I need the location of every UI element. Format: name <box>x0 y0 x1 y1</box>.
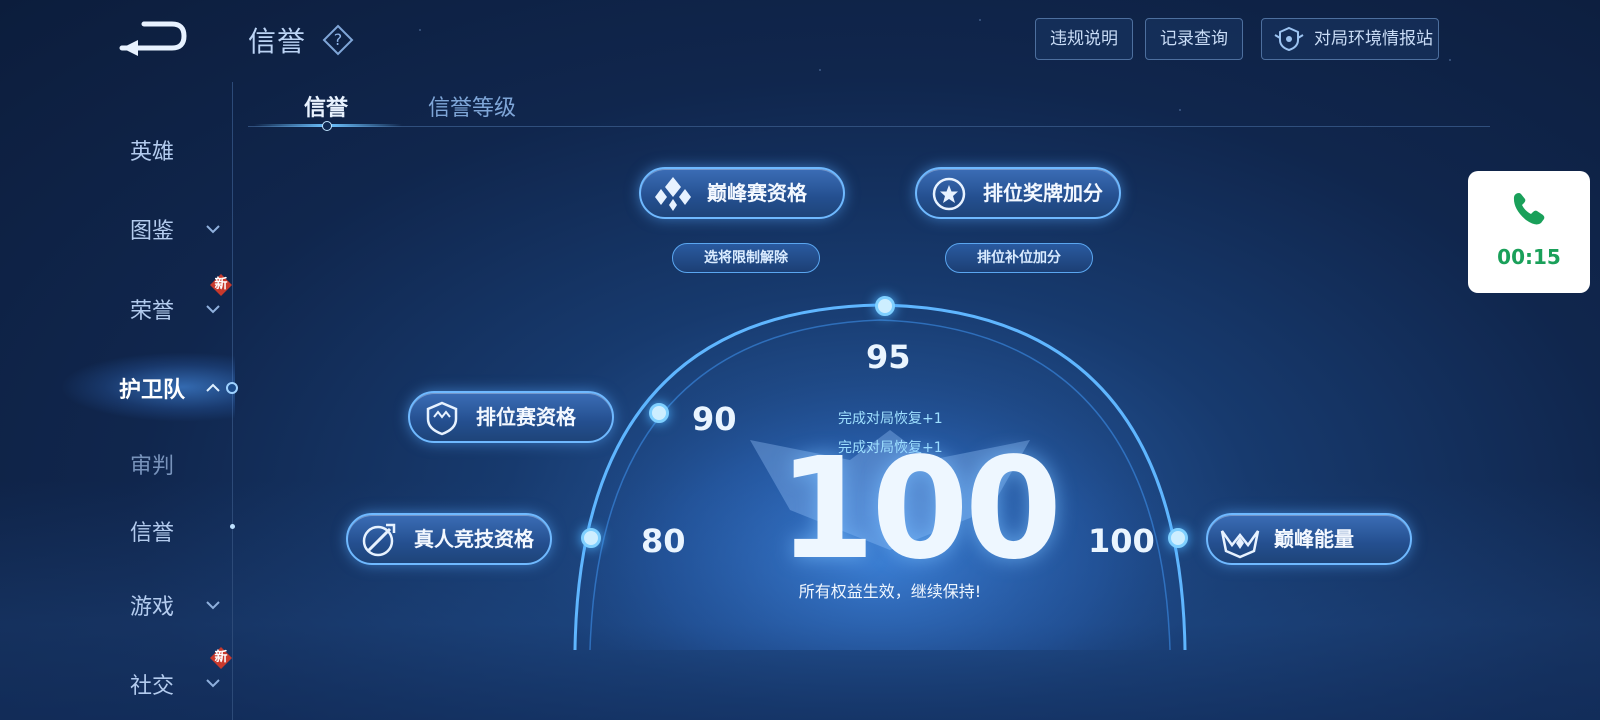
tab-credit-level[interactable]: 信誉等级 <box>428 90 516 122</box>
tab-active-dot <box>322 121 332 131</box>
sidebar-item-judgement[interactable]: 审判 <box>100 448 204 480</box>
match-environment-station-button[interactable]: 对局环境情报站 <box>1261 18 1439 60</box>
back-arrow-icon <box>119 21 187 56</box>
chevron-down-icon[interactable] <box>206 304 220 314</box>
chevron-down-icon[interactable] <box>206 678 220 688</box>
sidebar-item-credit[interactable]: 信誉 <box>100 515 204 547</box>
page-title: 信誉 <box>248 25 307 58</box>
peak-crystal-icon <box>655 177 691 211</box>
station-label: 对局环境情报站 <box>1314 29 1433 49</box>
threshold-node-80 <box>581 528 601 548</box>
new-badge: 新 <box>209 273 233 297</box>
chevron-down-icon[interactable] <box>206 600 220 610</box>
call-duration: 00:15 <box>1497 245 1561 269</box>
sidebar-item-honor[interactable]: 荣誉 <box>100 293 204 325</box>
energy-wings-icon <box>1220 530 1260 559</box>
real-player-qualification-button[interactable]: 真人竞技资格 <box>346 513 552 565</box>
shield-crown-icon <box>426 401 458 436</box>
threshold-node-95 <box>875 296 895 316</box>
sword-shield-icon <box>362 523 396 557</box>
sidebar-item-codex[interactable]: 图鉴 <box>100 213 204 245</box>
shield-wings-icon <box>1274 26 1304 52</box>
feature-label: 巅峰赛资格 <box>707 181 807 205</box>
threshold-node-90 <box>649 403 669 423</box>
threshold-node-100 <box>1168 528 1188 548</box>
credit-status-text: 所有权益生效，继续保持! <box>798 582 982 601</box>
current-credit-score: 100 <box>777 428 1062 591</box>
sidebar-selected-dot <box>230 524 235 529</box>
chevron-up-icon[interactable] <box>206 383 220 393</box>
ranked-qualification-button[interactable]: 排位赛资格 <box>408 391 614 443</box>
threshold-label-95: 95 <box>866 338 911 376</box>
star-medal-icon <box>932 177 966 211</box>
sidebar-active-marker <box>226 382 238 394</box>
violation-rules-button[interactable]: 违规说明 <box>1035 18 1133 60</box>
new-badge: 新 <box>209 646 233 670</box>
hero-restriction-lifted-pill[interactable]: 选将限制解除 <box>672 243 820 273</box>
ranked-fill-bonus-pill[interactable]: 排位补位加分 <box>945 243 1093 273</box>
peak-qualification-button[interactable]: 巅峰赛资格 <box>639 167 845 219</box>
call-overlay[interactable]: 00:15 <box>1468 171 1590 293</box>
question-icon[interactable]: ? <box>322 24 354 56</box>
threshold-label-90: 90 <box>692 400 737 438</box>
peak-energy-button[interactable]: 巅峰能量 <box>1206 513 1412 565</box>
phone-icon <box>1513 193 1545 225</box>
tab-divider <box>248 126 1490 127</box>
feature-label: 巅峰能量 <box>1274 527 1354 551</box>
recover-hint: 完成对局恢复+1 <box>838 411 943 427</box>
feature-label: 真人竞技资格 <box>414 527 534 551</box>
record-query-button[interactable]: 记录查询 <box>1145 18 1243 60</box>
feature-label: 排位奖牌加分 <box>983 181 1103 205</box>
chevron-down-icon[interactable] <box>206 224 220 234</box>
threshold-label-80: 80 <box>641 522 686 560</box>
sidebar-item-game[interactable]: 游戏 <box>100 589 204 621</box>
feature-label: 排位赛资格 <box>476 405 576 429</box>
threshold-label-100: 100 <box>1088 522 1155 560</box>
sidebar-item-heroes[interactable]: 英雄 <box>100 134 204 166</box>
tab-credit[interactable]: 信誉 <box>304 90 348 122</box>
sidebar-item-social[interactable]: 社交 <box>100 668 204 700</box>
ranked-medal-bonus-button[interactable]: 排位奖牌加分 <box>915 167 1121 219</box>
sidebar-item-guard-team[interactable]: 护卫队 <box>100 372 204 404</box>
back-button[interactable] <box>118 18 188 56</box>
